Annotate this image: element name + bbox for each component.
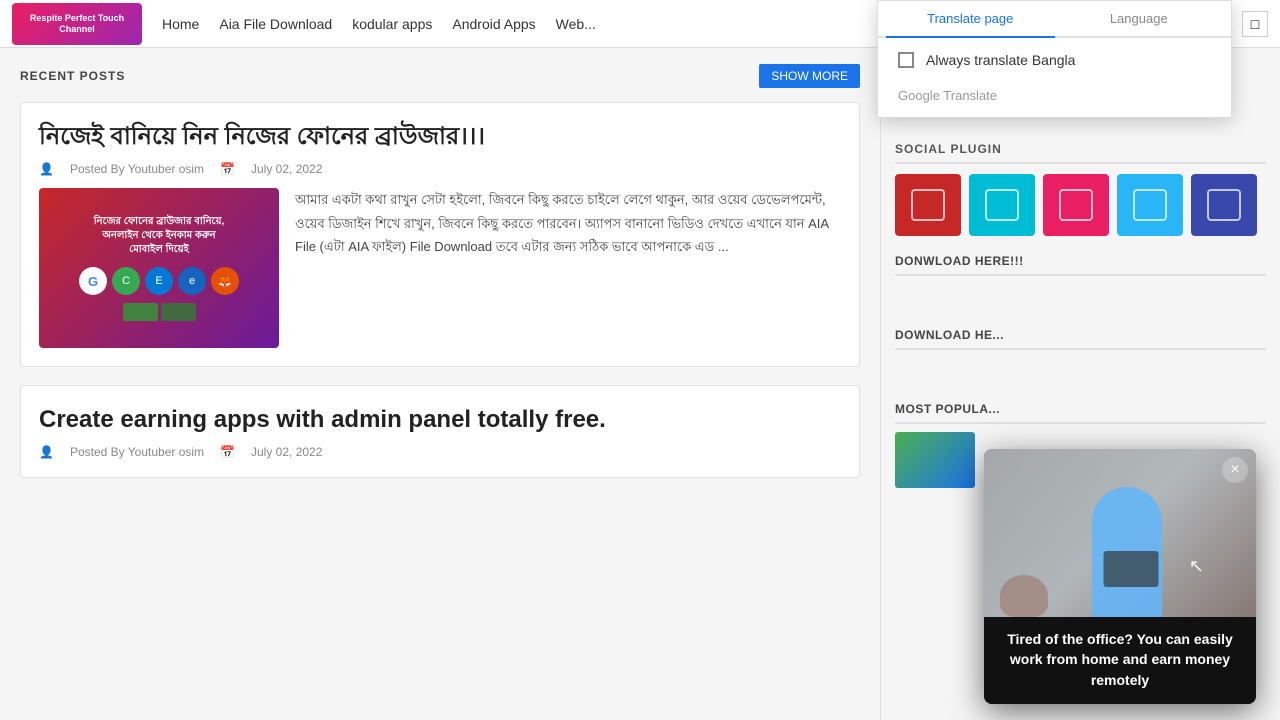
post-2-title[interactable]: Create earning apps with admin panel tot… xyxy=(39,404,841,435)
download-title: DONWLOAD HERE!!! xyxy=(895,254,1266,276)
section-title: RECENT POSTS xyxy=(20,69,125,83)
facebook-icon xyxy=(1133,189,1167,221)
thumb-text-1: নিজের ফোনের ব্রাউজার বানিয়ে,অনলাইন থেকে… xyxy=(94,215,225,257)
nav-kodular[interactable]: kodular apps xyxy=(352,16,432,32)
tab-translate-page[interactable]: Translate page xyxy=(886,1,1055,38)
social-youtube[interactable] xyxy=(895,174,961,236)
linkedin-icon xyxy=(1207,189,1241,221)
social-plugin-title: SOCIAL PLUGIN xyxy=(895,142,1266,164)
most-popular-title: MOST POPULA... xyxy=(895,402,1266,424)
section-header: RECENT POSTS SHOW MORE xyxy=(20,64,860,88)
tab-language[interactable]: Language xyxy=(1055,1,1224,36)
instagram-icon xyxy=(1059,189,1093,221)
download-widget: DONWLOAD HERE!!! xyxy=(895,254,1266,314)
google-translate-label: Google Translate xyxy=(898,88,997,103)
download-content xyxy=(895,284,1266,314)
nav-android[interactable]: Android Apps xyxy=(452,16,535,32)
translate-footer: Google Translate xyxy=(878,82,1231,117)
social-instagram[interactable] xyxy=(1043,174,1109,236)
logo[interactable]: Respite Perfect Touch Channel xyxy=(12,3,142,45)
social-linkedin[interactable] xyxy=(1191,174,1257,236)
show-more-button[interactable]: SHOW MORE xyxy=(759,64,860,88)
chrome-icon: C xyxy=(112,267,140,295)
post-1-meta: 👤 Posted By Youtuber osim 📅 July 02, 202… xyxy=(39,162,841,176)
post-2-author-icon: 👤 xyxy=(39,445,54,459)
post-2-date-icon: 📅 xyxy=(220,445,235,459)
always-translate-label: Always translate Bangla xyxy=(926,52,1075,68)
square-icon[interactable]: □ xyxy=(1242,11,1268,37)
close-icon: × xyxy=(1230,462,1239,478)
social-twitter[interactable] xyxy=(969,174,1035,236)
ad-image: ↖ xyxy=(984,449,1256,617)
twitter-icon xyxy=(985,189,1019,221)
nav-aia[interactable]: Aia File Download xyxy=(219,16,332,32)
post-1-date-icon: 📅 xyxy=(220,162,235,176)
left-content: RECENT POSTS SHOW MORE নিজেই বানিয়ে নিন… xyxy=(0,48,880,720)
post-2-meta: 👤 Posted By Youtuber osim 📅 July 02, 202… xyxy=(39,445,841,459)
download-title-2: DOWNLOAD HE... xyxy=(895,328,1266,350)
always-translate-row: Always translate Bangla xyxy=(878,38,1231,82)
nav-home[interactable]: Home xyxy=(162,16,199,32)
thumb-icons-row: G C E e 🦊 xyxy=(79,267,239,295)
social-icons-row xyxy=(895,174,1266,236)
ie-icon: e xyxy=(178,267,206,295)
download-content-2 xyxy=(895,358,1266,388)
download-widget-2: DOWNLOAD HE... xyxy=(895,328,1266,388)
post-1-body: নিজের ফোনের ব্রাউজার বানিয়ে,অনলাইন থেকে… xyxy=(39,188,841,348)
firefox-icon: 🦊 xyxy=(211,267,239,295)
youtube-icon xyxy=(911,189,945,221)
post-1-author: Posted By Youtuber osim xyxy=(70,162,204,176)
google-icon: G xyxy=(79,267,107,295)
nav-web[interactable]: Web... xyxy=(556,16,596,32)
ad-popup: × ↖ Tired of the office? You can easily … xyxy=(984,449,1256,704)
ad-text-content: Tired of the office? You can easily work… xyxy=(998,629,1242,690)
ad-laptop xyxy=(1104,551,1159,587)
post-1-author-icon: 👤 xyxy=(39,162,54,176)
ad-dog-shape xyxy=(1000,575,1048,617)
social-facebook[interactable] xyxy=(1117,174,1183,236)
post-2-date: July 02, 2022 xyxy=(251,445,322,459)
post-card-2: Create earning apps with admin panel tot… xyxy=(20,385,860,478)
always-translate-checkbox[interactable] xyxy=(898,52,914,68)
ad-text-area: Tired of the office? You can easily work… xyxy=(984,617,1256,704)
post-1-title[interactable]: নিজেই বানিয়ে নিন নিজের ফোনের ব্রাউজার।।… xyxy=(39,121,841,152)
logo-text: Respite Perfect Touch Channel xyxy=(12,11,142,37)
post-1-date: July 02, 2022 xyxy=(251,162,322,176)
post-1-thumbnail: নিজের ফোনের ব্রাউজার বানিয়ে,অনলাইন থেকে… xyxy=(39,188,279,348)
ad-close-button[interactable]: × xyxy=(1222,457,1248,483)
thumb-money xyxy=(123,303,196,321)
social-plugin-widget: SOCIAL PLUGIN xyxy=(895,142,1266,236)
translate-dropdown: Translate page Language Always translate… xyxy=(877,0,1232,118)
edge-icon: E xyxy=(145,267,173,295)
post-1-excerpt: আমার একটা কথা রাখুন সেটা হইলো, জিবনে কিছ… xyxy=(295,188,841,348)
popular-thumb[interactable] xyxy=(895,432,975,488)
cursor-icon: ↖ xyxy=(1189,556,1204,577)
translate-tab-bar: Translate page Language xyxy=(878,1,1231,38)
post-card-1: নিজেই বানিয়ে নিন নিজের ফোনের ব্রাউজার।।… xyxy=(20,102,860,367)
post-2-author: Posted By Youtuber osim xyxy=(70,445,204,459)
